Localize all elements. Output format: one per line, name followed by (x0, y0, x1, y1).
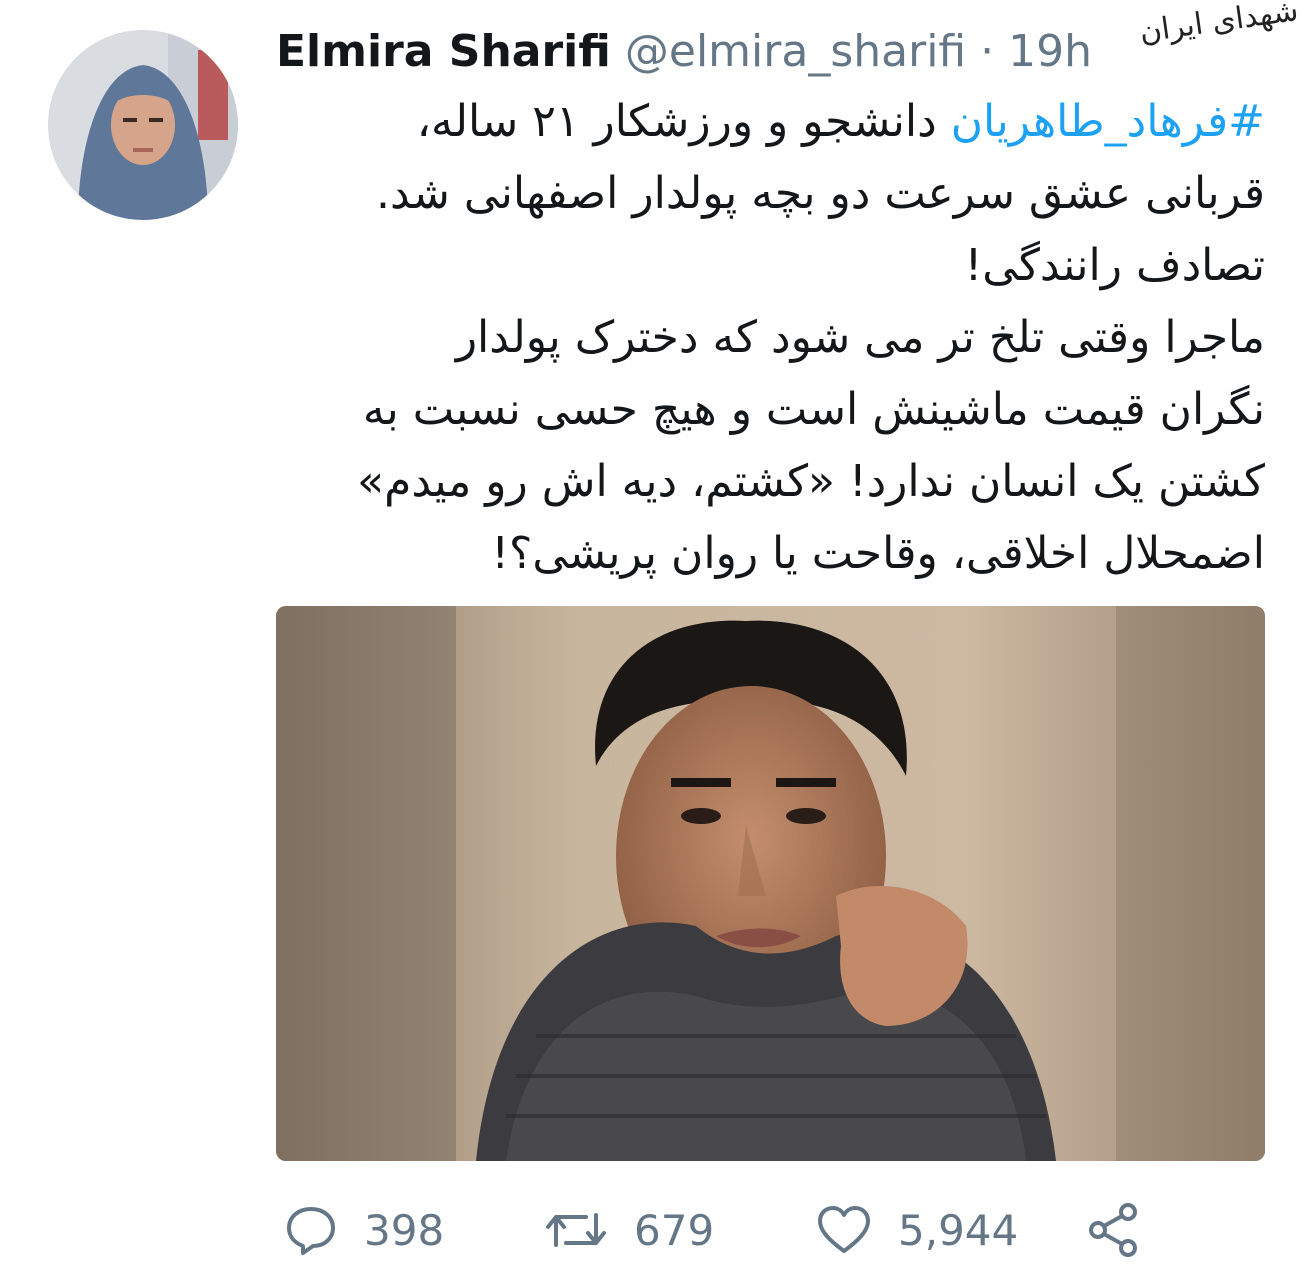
tweet-line: نگران قیمت ماشینش است و هیچ حسی نسبت به (362, 384, 1265, 435)
tweet-line: اضمحلال اخلاقی، وقاحت یا روان پریشی؟! (491, 528, 1265, 579)
tweet-line: تصادف رانندگی! (964, 240, 1265, 291)
retweet-count: 679 (634, 1205, 715, 1255)
tweet-text: #فرهاد_طاهریان دانشجو و ورزشکار ۲۱ ساله،… (265, 86, 1265, 590)
avatar[interactable] (48, 30, 238, 220)
share-icon (1089, 1203, 1137, 1257)
watermark-logo: شهدای ایران (1137, 0, 1301, 50)
separator-dot: · (980, 26, 995, 77)
tweet-header: Elmira Sharifi @elmira_sharifi · 19h (276, 22, 1092, 82)
tweet-line: کشتن یک انسان ندارد! «کشتم، دیه اش رو می… (357, 456, 1265, 507)
tweet-time[interactable]: 19h (1008, 26, 1092, 77)
reply-button[interactable]: 398 (284, 1200, 444, 1260)
like-button[interactable]: 5,944 (816, 1200, 1018, 1260)
share-button[interactable] (1086, 1200, 1142, 1260)
author-handle[interactable]: @elmira_sharifi (625, 26, 966, 77)
tweet-line: ماجرا وقتی تلخ تر می شود که دخترک پولدار (455, 312, 1265, 363)
retweet-button[interactable]: 679 (544, 1200, 714, 1260)
retweet-icon (546, 1213, 606, 1247)
tweet-line: قربانی عشق سرعت دو بچه پولدار اصفهانی شد… (375, 168, 1265, 219)
hashtag-link[interactable]: #فرهاد_طاهریان (951, 96, 1265, 147)
author-name[interactable]: Elmira Sharifi (276, 26, 611, 77)
tweet-line-text: دانشجو و ورزشکار ۲۱ ساله، (416, 96, 951, 147)
heart-icon (818, 1206, 870, 1253)
tweet-photo[interactable] (276, 606, 1265, 1161)
tweet-line: #فرهاد_طاهریان دانشجو و ورزشکار ۲۱ ساله، (265, 86, 1265, 158)
like-count: 5,944 (898, 1205, 1019, 1255)
reply-icon (287, 1207, 335, 1255)
tweet-actions: 398 679 5,944 (276, 1200, 1176, 1260)
reply-count: 398 (364, 1205, 445, 1255)
